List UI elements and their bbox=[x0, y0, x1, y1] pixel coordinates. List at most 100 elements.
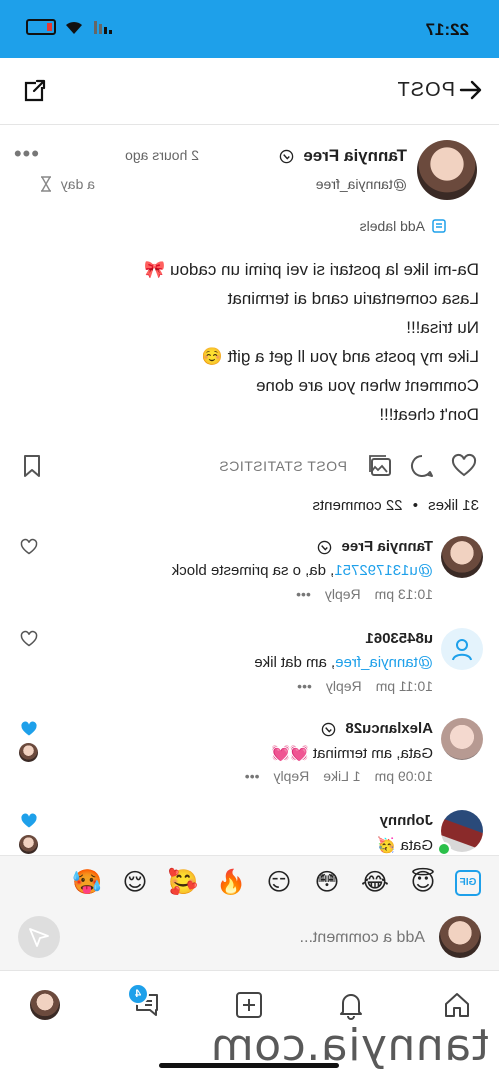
post-author-avatar[interactable] bbox=[417, 140, 477, 200]
add-labels-button[interactable]: Add labels bbox=[360, 218, 447, 234]
emoji-button[interactable]: 🥰 bbox=[167, 868, 199, 897]
top-bar: POST bbox=[0, 58, 499, 125]
post-text-line: Da-mi like la postari si vei primi un ca… bbox=[144, 260, 479, 279]
profile-avatar bbox=[30, 990, 60, 1020]
comment-body: , am dat like bbox=[254, 654, 336, 671]
comment-author-text: Tannyia Free bbox=[341, 538, 433, 555]
comment-text: @tannyia_free, am dat like bbox=[254, 654, 433, 671]
comment-like-icon[interactable] bbox=[20, 630, 38, 648]
post-time-ago: 2 hours ago bbox=[125, 147, 199, 163]
back-arrow-icon[interactable] bbox=[457, 76, 485, 104]
likes-count[interactable]: 31 likes bbox=[428, 497, 479, 514]
verified-icon bbox=[318, 540, 332, 554]
comment-time: 10:13 pm bbox=[374, 586, 433, 602]
nav-messages[interactable]: 4 bbox=[127, 983, 163, 1021]
comment-meta: 10:13 pm Reply ••• bbox=[296, 586, 433, 602]
post-text-line: Don't cheat!!! bbox=[379, 405, 479, 424]
comment-body: , da, o sa primeste block bbox=[171, 562, 335, 579]
post-author-name[interactable]: Tannyia Free bbox=[279, 146, 407, 166]
comment-author[interactable]: Alexlancu28 bbox=[321, 720, 433, 737]
comment-more-button[interactable]: ••• bbox=[245, 768, 260, 784]
emoji-button[interactable]: 😳 bbox=[311, 868, 343, 897]
comment-author[interactable]: Tannyia Free bbox=[317, 538, 433, 555]
post-author-name-text: Tannyia Free bbox=[303, 146, 407, 165]
comment-input[interactable] bbox=[123, 928, 427, 948]
comment-bubble-icon[interactable] bbox=[409, 453, 435, 479]
gif-button[interactable]: GIF bbox=[455, 869, 481, 896]
post-expiration-text: a day bbox=[60, 176, 95, 192]
comment-composer: GIF 😇 😂 😳 😏 🔥 🥰 😌 🥵 bbox=[0, 855, 499, 971]
comment-avatar[interactable] bbox=[441, 536, 483, 578]
comment-author[interactable]: Johnny bbox=[380, 812, 433, 829]
post-expiration: a day bbox=[39, 176, 95, 192]
comment-meta: 10:11 pm Reply ••• bbox=[297, 678, 433, 694]
send-icon bbox=[29, 928, 49, 947]
emoji-button[interactable]: 😂 bbox=[359, 868, 391, 897]
comments-count[interactable]: 22 comments bbox=[312, 497, 402, 514]
quick-emoji-row: GIF 😇 😂 😳 😏 🔥 🥰 😌 🥵 bbox=[71, 868, 481, 897]
liker-avatar bbox=[19, 835, 38, 854]
watermark: tannyia.com bbox=[210, 1020, 489, 1071]
status-bar: 22:17 bbox=[0, 0, 499, 58]
post-actions: POST STATISTICS bbox=[17, 450, 477, 484]
post-statistics-link[interactable]: POST STATISTICS bbox=[219, 458, 347, 474]
status-icons bbox=[26, 19, 112, 35]
nav-notifications[interactable] bbox=[335, 989, 367, 1021]
comment-time: 10:09 pm bbox=[374, 768, 433, 784]
comment-author-text: Alexlancu28 bbox=[345, 720, 433, 737]
composer-avatar bbox=[439, 916, 481, 958]
post-text: Da-mi like la postari si vei primi un ca… bbox=[19, 255, 479, 429]
nav-new-post[interactable] bbox=[233, 989, 265, 1021]
bell-icon bbox=[340, 994, 362, 1020]
post-text-line: Comment when you are done bbox=[255, 376, 479, 395]
liker-avatar bbox=[19, 743, 38, 762]
comment-avatar[interactable] bbox=[441, 628, 483, 670]
comment-liked-icon[interactable] bbox=[20, 812, 38, 830]
nav-profile[interactable] bbox=[29, 989, 61, 1021]
comment-likes-count[interactable]: 1 Like bbox=[323, 768, 360, 784]
comment-mention[interactable]: @tannyia_free bbox=[335, 654, 433, 671]
counts-separator: • bbox=[412, 497, 418, 514]
tip-image-icon[interactable] bbox=[367, 453, 393, 479]
wifi-icon bbox=[66, 21, 82, 34]
comment-more-button[interactable]: ••• bbox=[297, 678, 312, 694]
post-author-handle[interactable]: @tannyia_free bbox=[316, 176, 407, 192]
emoji-button[interactable]: 🔥 bbox=[215, 868, 247, 897]
nav-home[interactable] bbox=[441, 989, 473, 1021]
messages-badge: 4 bbox=[127, 983, 149, 1005]
emoji-button[interactable]: 🥵 bbox=[71, 868, 103, 897]
page-title: POST bbox=[396, 79, 455, 101]
emoji-button[interactable]: 😏 bbox=[263, 868, 295, 897]
comment-reply-button[interactable]: Reply bbox=[273, 768, 309, 784]
comment-more-button[interactable]: ••• bbox=[296, 586, 311, 602]
comment-text: Gata, am terminat 💓💓 bbox=[271, 745, 433, 762]
comment-mention[interactable]: @u131792751 bbox=[334, 562, 433, 579]
comment-reply-button[interactable]: Reply bbox=[325, 586, 361, 602]
post-counts: 31 likes • 22 comments bbox=[312, 497, 479, 514]
default-user-icon bbox=[452, 639, 472, 661]
battery-icon bbox=[26, 19, 56, 35]
comment-avatar[interactable] bbox=[441, 718, 483, 760]
verified-icon bbox=[279, 149, 293, 164]
bookmark-icon[interactable] bbox=[19, 453, 45, 479]
post-text-line: Nu trisa!!! bbox=[406, 318, 479, 337]
post-text-line: Like my posts and you ll get a gift ☺️ bbox=[201, 347, 479, 366]
comment-like-icon[interactable] bbox=[20, 538, 38, 556]
comment-text: @u131792751, da, o sa primeste block bbox=[172, 562, 433, 579]
post-text-line: Lasa comentariu cand ai terminat bbox=[227, 289, 479, 308]
hourglass-icon bbox=[40, 176, 51, 192]
comment-reply-button[interactable]: Reply bbox=[326, 678, 362, 694]
comment-liked-icon[interactable] bbox=[20, 720, 38, 738]
add-square-icon bbox=[236, 992, 262, 1018]
emoji-button[interactable]: 😌 bbox=[119, 868, 151, 897]
signal-icon bbox=[94, 21, 112, 34]
send-button[interactable] bbox=[18, 916, 60, 958]
online-status-dot bbox=[437, 842, 451, 856]
verified-icon bbox=[322, 722, 336, 736]
comment-author[interactable]: u8453061 bbox=[365, 630, 433, 647]
like-heart-icon[interactable] bbox=[451, 453, 477, 479]
label-icon bbox=[432, 219, 446, 233]
post-more-button[interactable]: ••• bbox=[13, 141, 39, 167]
share-icon[interactable] bbox=[20, 77, 48, 105]
emoji-button[interactable]: 😇 bbox=[407, 868, 439, 897]
